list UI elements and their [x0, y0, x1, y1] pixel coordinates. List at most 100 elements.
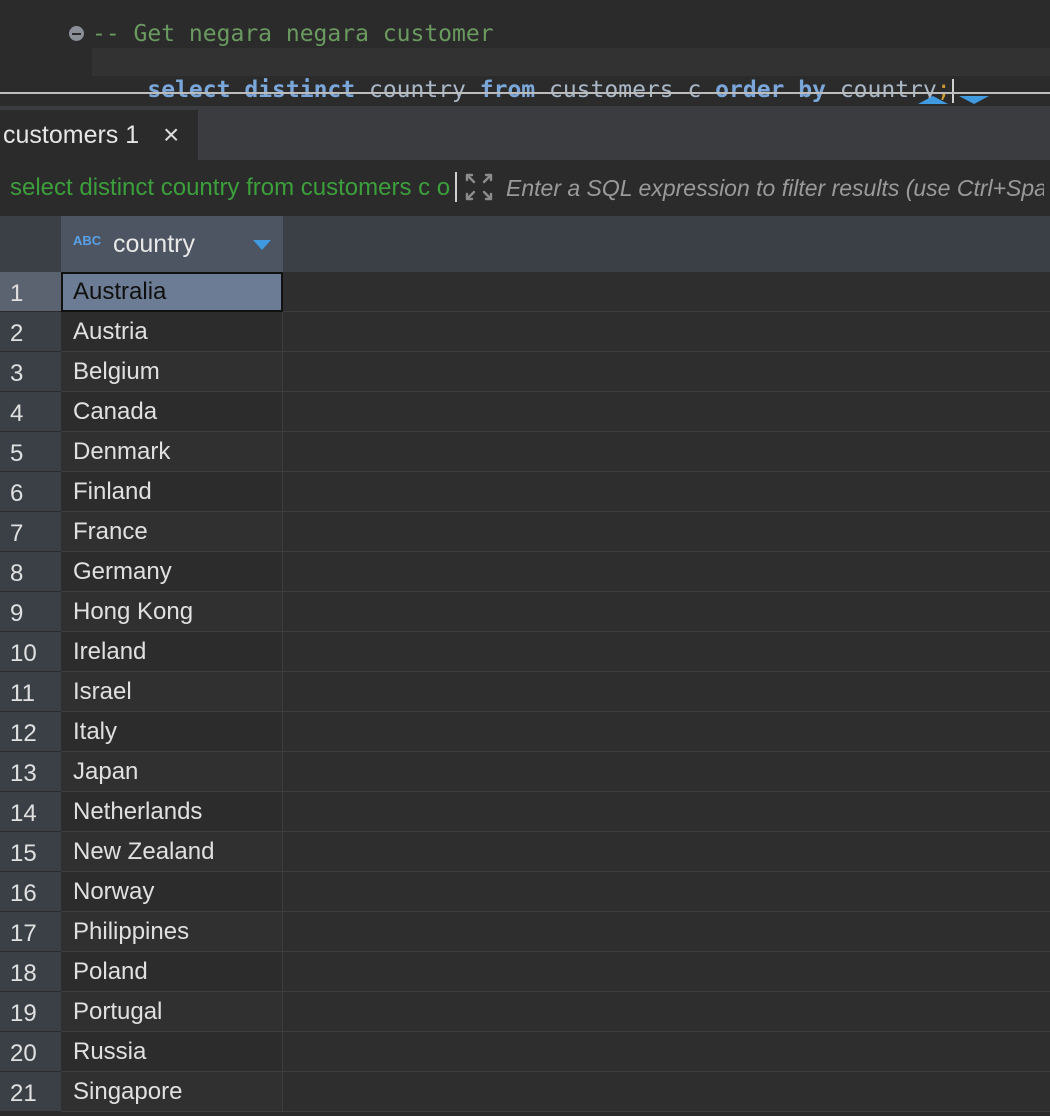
filter-expression-input[interactable]: [500, 168, 1050, 208]
row-number[interactable]: 17: [0, 912, 61, 952]
table-row[interactable]: 18 Poland: [0, 952, 1050, 992]
result-grid: ABC country 1 Australia 2 Austria 3 Belgium 4 C…: [0, 216, 1050, 1112]
table-row[interactable]: 17 Philippines: [0, 912, 1050, 952]
query-line[interactable]: select distinct country from customers c…: [92, 48, 1050, 103]
row-filler: [283, 712, 1050, 752]
expand-icon[interactable]: [464, 172, 494, 202]
maximize-results-icon[interactable]: [959, 96, 989, 104]
country-cell[interactable]: Israel: [61, 672, 283, 712]
row-number[interactable]: 9: [0, 592, 61, 632]
table-row[interactable]: 15 New Zealand: [0, 832, 1050, 872]
table-row[interactable]: 1 Australia: [0, 272, 1050, 312]
sort-dropdown-icon[interactable]: [253, 240, 271, 250]
country-cell[interactable]: Singapore: [61, 1072, 283, 1112]
sql-keyword: from: [479, 77, 536, 103]
row-filler: [283, 312, 1050, 352]
table-row[interactable]: 21 Singapore: [0, 1072, 1050, 1112]
row-number[interactable]: 21: [0, 1072, 61, 1112]
grid-header: ABC country: [0, 216, 1050, 272]
table-row[interactable]: 12 Italy: [0, 712, 1050, 752]
sql-text: customers c: [535, 77, 716, 103]
table-row[interactable]: 13 Japan: [0, 752, 1050, 792]
row-number[interactable]: 12: [0, 712, 61, 752]
table-row[interactable]: 2 Austria: [0, 312, 1050, 352]
sql-editor[interactable]: -- Get negara negara customer select dis…: [0, 0, 1050, 103]
table-row[interactable]: 10 Ireland: [0, 632, 1050, 672]
row-number[interactable]: 11: [0, 672, 61, 712]
table-row[interactable]: 8 Germany: [0, 552, 1050, 592]
row-filler: [283, 272, 1050, 312]
row-number[interactable]: 3: [0, 352, 61, 392]
sql-keyword: order: [715, 77, 785, 103]
row-number[interactable]: 18: [0, 952, 61, 992]
row-number[interactable]: 8: [0, 552, 61, 592]
row-filler: [283, 352, 1050, 392]
row-number[interactable]: 14: [0, 792, 61, 832]
country-cell[interactable]: Ireland: [61, 632, 283, 672]
close-icon[interactable]: ×: [163, 110, 179, 160]
row-number[interactable]: 13: [0, 752, 61, 792]
row-filler: [283, 872, 1050, 912]
query-text-label[interactable]: select distinct country from customers c…: [10, 172, 450, 204]
row-number[interactable]: 16: [0, 872, 61, 912]
row-number[interactable]: 1: [0, 272, 61, 312]
row-filler: [283, 1072, 1050, 1112]
text-caret: [951, 78, 954, 103]
table-row[interactable]: 20 Russia: [0, 1032, 1050, 1072]
row-filler: [283, 592, 1050, 632]
row-number[interactable]: 15: [0, 832, 61, 872]
row-filler: [283, 632, 1050, 672]
country-cell[interactable]: Belgium: [61, 352, 283, 392]
row-number[interactable]: 10: [0, 632, 61, 672]
column-name: country: [113, 230, 195, 258]
row-number[interactable]: 7: [0, 512, 61, 552]
column-header-country[interactable]: ABC country: [61, 216, 283, 272]
country-cell[interactable]: Netherlands: [61, 792, 283, 832]
country-cell[interactable]: Japan: [61, 752, 283, 792]
table-row[interactable]: 11 Israel: [0, 672, 1050, 712]
comment-line[interactable]: -- Get negara negara customer: [92, 20, 494, 48]
row-number[interactable]: 19: [0, 992, 61, 1032]
country-cell[interactable]: Italy: [61, 712, 283, 752]
table-row[interactable]: 6 Finland: [0, 472, 1050, 512]
country-cell[interactable]: France: [61, 512, 283, 552]
row-number[interactable]: 2: [0, 312, 61, 352]
sql-keyword: select: [147, 77, 231, 103]
row-filler: [283, 672, 1050, 712]
country-cell[interactable]: Germany: [61, 552, 283, 592]
maximize-editor-icon[interactable]: [918, 96, 948, 104]
country-cell[interactable]: Philippines: [61, 912, 283, 952]
grid-rows: 1 Australia 2 Austria 3 Belgium 4 Canada 5 Denmar…: [0, 272, 1050, 1112]
table-row[interactable]: 19 Portugal: [0, 992, 1050, 1032]
row-filler: [283, 512, 1050, 552]
tab-customers-1[interactable]: customers 1 ×: [0, 110, 198, 160]
row-filler: [283, 912, 1050, 952]
table-row[interactable]: 5 Denmark: [0, 432, 1050, 472]
country-cell[interactable]: Hong Kong: [61, 592, 283, 632]
country-cell[interactable]: Poland: [61, 952, 283, 992]
country-cell[interactable]: Austria: [61, 312, 283, 352]
country-cell[interactable]: Finland: [61, 472, 283, 512]
table-row[interactable]: 9 Hong Kong: [0, 592, 1050, 632]
row-number[interactable]: 6: [0, 472, 61, 512]
row-number[interactable]: 4: [0, 392, 61, 432]
country-cell[interactable]: Russia: [61, 1032, 283, 1072]
country-cell[interactable]: Denmark: [61, 432, 283, 472]
country-cell[interactable]: Canada: [61, 392, 283, 432]
editor-results-splitter[interactable]: [0, 92, 1050, 94]
row-number[interactable]: 5: [0, 432, 61, 472]
country-cell[interactable]: Portugal: [61, 992, 283, 1032]
filter-divider: [455, 172, 457, 202]
country-cell[interactable]: Australia: [61, 272, 283, 312]
table-row[interactable]: 3 Belgium: [0, 352, 1050, 392]
table-row[interactable]: 4 Canada: [0, 392, 1050, 432]
table-row[interactable]: 14 Netherlands: [0, 792, 1050, 832]
collapse-minus-icon[interactable]: [69, 26, 84, 41]
country-cell[interactable]: Norway: [61, 872, 283, 912]
table-row[interactable]: 7 France: [0, 512, 1050, 552]
table-row[interactable]: 16 Norway: [0, 872, 1050, 912]
country-cell[interactable]: New Zealand: [61, 832, 283, 872]
row-number[interactable]: 20: [0, 1032, 61, 1072]
